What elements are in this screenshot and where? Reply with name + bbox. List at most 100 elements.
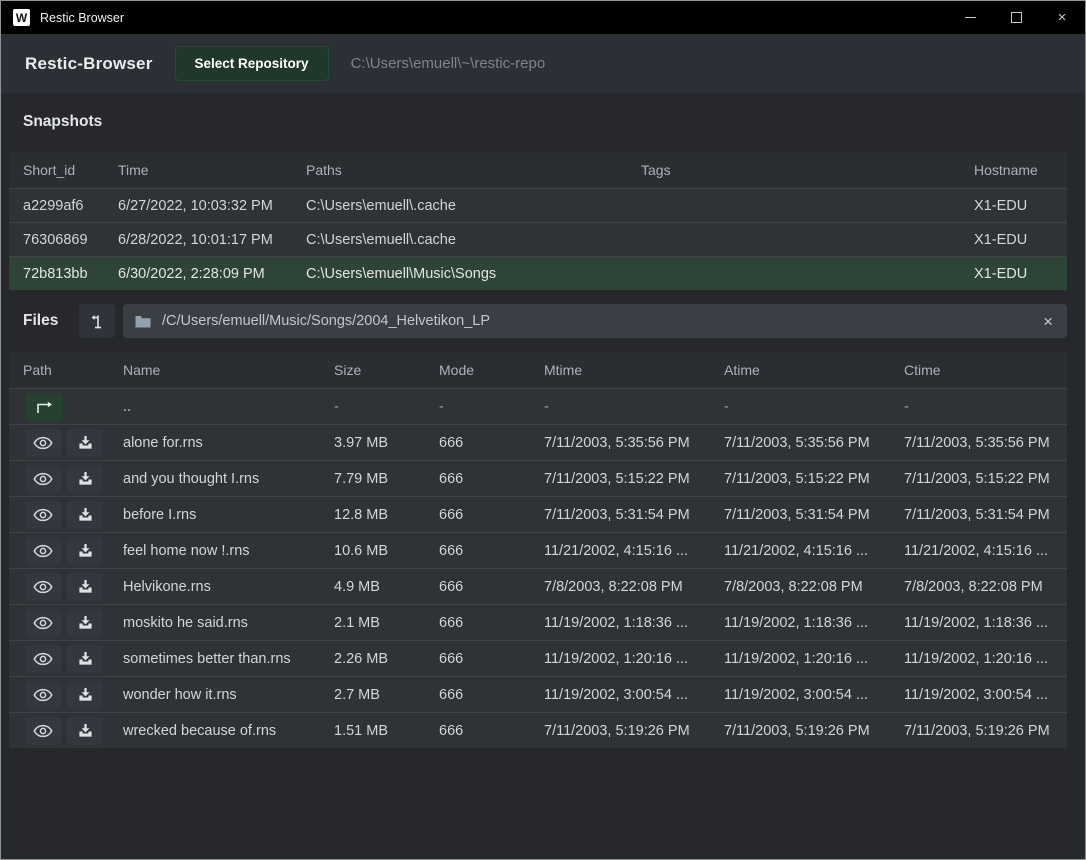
file-mode: 666: [439, 687, 544, 703]
app-logo-icon: W: [13, 9, 30, 26]
file-size: 2.26 MB: [334, 651, 439, 667]
download-icon: [78, 435, 93, 450]
file-row[interactable]: feel home now !.rns 10.6 MB 666 11/21/20…: [9, 532, 1067, 568]
eye-icon: [33, 724, 53, 738]
file-row[interactable]: before I.rns 12.8 MB 666 7/11/2003, 5:31…: [9, 496, 1067, 532]
files-rows: alone for.rns 3.97 MB 666 7/11/2003, 5:3…: [9, 424, 1067, 748]
app-title: Restic-Browser: [25, 54, 153, 74]
files-table-header: Path Name Size Mode Mtime Atime Ctime: [9, 352, 1067, 388]
file-mode: 666: [439, 471, 544, 487]
minimize-icon: [965, 17, 976, 18]
file-atime: 11/19/2002, 3:00:54 ...: [724, 687, 904, 703]
go-up-button[interactable]: [25, 393, 63, 421]
file-row[interactable]: wonder how it.rns 2.7 MB 666 11/19/2002,…: [9, 676, 1067, 712]
snapshot-paths: C:\Users\emuell\.cache: [306, 198, 641, 214]
file-mtime: 7/8/2003, 8:22:08 PM: [544, 579, 724, 595]
file-atime: 7/8/2003, 8:22:08 PM: [724, 579, 904, 595]
close-button[interactable]: ×: [1039, 1, 1085, 34]
preview-button[interactable]: [25, 717, 61, 745]
goto-parent-icon: [89, 312, 105, 330]
clear-icon: ×: [1043, 312, 1053, 331]
snapshot-short-id: 76306869: [23, 232, 118, 248]
files-table: Path Name Size Mode Mtime Atime Ctime ..…: [9, 352, 1067, 748]
snapshots-table: Short_id Time Paths Tags Hostname a2299a…: [9, 152, 1067, 290]
file-row[interactable]: and you thought I.rns 7.79 MB 666 7/11/2…: [9, 460, 1067, 496]
goto-root-button[interactable]: [79, 304, 115, 338]
download-icon: [78, 507, 93, 522]
file-row-actions: [23, 681, 123, 709]
file-row[interactable]: sometimes better than.rns 2.26 MB 666 11…: [9, 640, 1067, 676]
file-atime: 11/21/2002, 4:15:16 ...: [724, 543, 904, 559]
minimize-button[interactable]: [947, 1, 993, 34]
file-atime: 7/11/2003, 5:15:22 PM: [724, 471, 904, 487]
snapshot-row[interactable]: 76306869 6/28/2022, 10:01:17 PM C:\Users…: [9, 222, 1067, 256]
download-icon: [78, 543, 93, 558]
file-size: -: [334, 399, 439, 415]
download-button[interactable]: [67, 645, 103, 673]
file-row-actions: [23, 501, 123, 529]
eye-icon: [33, 688, 53, 702]
window-controls: ×: [947, 1, 1085, 34]
file-row-actions: [23, 717, 123, 745]
snapshot-short-id: a2299af6: [23, 198, 118, 214]
file-row[interactable]: wrecked because of.rns 1.51 MB 666 7/11/…: [9, 712, 1067, 748]
column-short-id: Short_id: [23, 162, 118, 178]
file-ctime: 11/19/2002, 1:18:36 ...: [904, 615, 1067, 631]
download-icon: [78, 471, 93, 486]
file-row[interactable]: moskito he said.rns 2.1 MB 666 11/19/200…: [9, 604, 1067, 640]
parent-directory-row[interactable]: .. - - - - -: [9, 388, 1067, 424]
download-button[interactable]: [67, 609, 103, 637]
file-atime: 7/11/2003, 5:19:26 PM: [724, 723, 904, 739]
snapshots-heading: Snapshots: [23, 113, 1085, 131]
file-row-actions: [23, 609, 123, 637]
download-button[interactable]: [67, 717, 103, 745]
download-button[interactable]: [67, 429, 103, 457]
file-mtime: 7/11/2003, 5:15:22 PM: [544, 471, 724, 487]
download-button[interactable]: [67, 537, 103, 565]
eye-icon: [33, 580, 53, 594]
preview-button[interactable]: [25, 681, 61, 709]
file-mtime: -: [544, 399, 724, 415]
parent-row-actions: [23, 393, 123, 421]
snapshot-time: 6/30/2022, 2:28:09 PM: [118, 266, 306, 282]
file-name: ..: [123, 399, 334, 415]
snapshot-hostname: X1-EDU: [974, 232, 1067, 248]
app-header: Restic-Browser Select Repository C:\User…: [1, 34, 1085, 93]
download-icon: [78, 723, 93, 738]
file-row[interactable]: Helvikone.rns 4.9 MB 666 7/8/2003, 8:22:…: [9, 568, 1067, 604]
maximize-button[interactable]: [993, 1, 1039, 34]
file-ctime: 7/11/2003, 5:31:54 PM: [904, 507, 1067, 523]
snapshot-row[interactable]: 72b813bb 6/30/2022, 2:28:09 PM C:\Users\…: [9, 256, 1067, 290]
current-path-field[interactable]: /C/Users/emuell/Music/Songs/2004_Helveti…: [123, 304, 1067, 338]
column-size: Size: [334, 362, 439, 378]
column-ctime: Ctime: [904, 362, 1067, 378]
download-button[interactable]: [67, 573, 103, 601]
file-row-actions: [23, 465, 123, 493]
download-button[interactable]: [67, 681, 103, 709]
file-mtime: 11/19/2002, 1:20:16 ...: [544, 651, 724, 667]
clear-path-button[interactable]: ×: [1041, 313, 1055, 330]
preview-button[interactable]: [25, 501, 61, 529]
preview-button[interactable]: [25, 645, 61, 673]
preview-button[interactable]: [25, 537, 61, 565]
file-row-actions: [23, 429, 123, 457]
select-repository-button[interactable]: Select Repository: [175, 46, 329, 81]
file-ctime: -: [904, 399, 1067, 415]
preview-button[interactable]: [25, 465, 61, 493]
snapshot-row[interactable]: a2299af6 6/27/2022, 10:03:32 PM C:\Users…: [9, 188, 1067, 222]
download-icon: [78, 651, 93, 666]
column-hostname: Hostname: [974, 162, 1067, 178]
file-row[interactable]: alone for.rns 3.97 MB 666 7/11/2003, 5:3…: [9, 424, 1067, 460]
preview-button[interactable]: [25, 609, 61, 637]
file-ctime: 7/11/2003, 5:35:56 PM: [904, 435, 1067, 451]
download-button[interactable]: [67, 501, 103, 529]
snapshot-hostname: X1-EDU: [974, 266, 1067, 282]
repository-path: C:\Users\emuell\~\restic-repo: [351, 55, 546, 72]
file-size: 1.51 MB: [334, 723, 439, 739]
file-atime: 11/19/2002, 1:18:36 ...: [724, 615, 904, 631]
snapshots-rows: a2299af6 6/27/2022, 10:03:32 PM C:\Users…: [9, 188, 1067, 290]
download-button[interactable]: [67, 465, 103, 493]
preview-button[interactable]: [25, 573, 61, 601]
preview-button[interactable]: [25, 429, 61, 457]
snapshot-time: 6/27/2022, 10:03:32 PM: [118, 198, 306, 214]
